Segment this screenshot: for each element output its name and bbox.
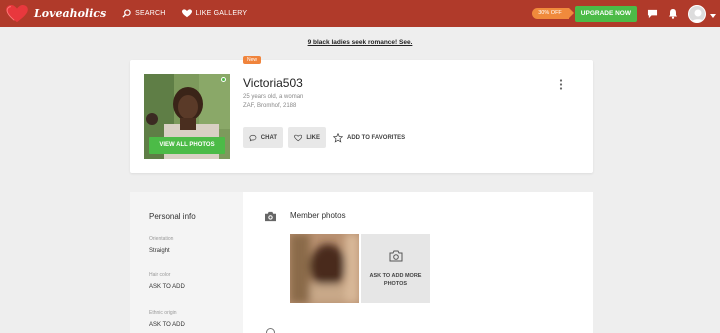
profile-age: 25 years old, a woman — [243, 94, 304, 100]
ethnic-origin-label: Ethnic origin — [149, 310, 177, 316]
nav-like-gallery-label: LIKE GALLERY — [195, 10, 248, 17]
hair-color-label: Hair color — [149, 272, 171, 278]
profile-card: VIEW ALL PHOTOS New Victoria503 25 years… — [130, 56, 593, 173]
ask-more-photos-button[interactable]: ASK TO ADD MORE PHOTOS — [361, 234, 430, 303]
favorites-label: ADD TO FAVORITES — [347, 134, 406, 141]
profile-details-panel: Personal info Orientation Straight Hair … — [130, 192, 593, 333]
search-icon — [122, 9, 131, 18]
discount-badge: 30% OFF — [532, 8, 574, 19]
upgrade-button[interactable]: UPGRADE NOW — [574, 5, 637, 22]
personal-info-sidebar: Personal info Orientation Straight Hair … — [130, 192, 243, 333]
heart-logo-icon — [6, 4, 28, 22]
member-photos-title: Member photos — [290, 211, 346, 220]
logo[interactable]: Loveaholics — [6, 4, 107, 23]
messages-icon[interactable] — [647, 9, 658, 19]
ask-more-photos-label: ASK TO ADD MORE PHOTOS — [369, 273, 422, 287]
view-all-photos-button[interactable]: VIEW ALL PHOTOS — [149, 137, 225, 154]
ethnic-origin-value[interactable]: ASK TO ADD — [149, 322, 185, 328]
like-label: LIKE — [306, 134, 320, 141]
online-status-dot — [221, 77, 226, 82]
nav-search-label: SEARCH — [135, 10, 166, 17]
photo-thumbnail-image — [290, 234, 359, 303]
bell-icon[interactable] — [668, 8, 678, 19]
profile-location: ZAF, Bromhof, 2188 — [243, 103, 297, 109]
nav-like-gallery[interactable]: LIKE GALLERY — [181, 9, 248, 18]
nav-search[interactable]: SEARCH — [122, 9, 165, 18]
orientation-label: Orientation — [149, 236, 174, 242]
star-icon — [333, 132, 343, 143]
orientation-value: Straight — [149, 248, 170, 254]
photo-thumbnail[interactable] — [290, 234, 359, 303]
new-badge: New — [243, 56, 262, 64]
info-icon — [266, 328, 275, 333]
promo-link[interactable]: 9 black ladies seek romance! See. — [0, 39, 720, 46]
more-options-icon[interactable] — [559, 77, 563, 95]
heart-outline-icon — [294, 134, 303, 141]
top-nav-bar: Loveaholics SEARCH LIKE GALLERY 30% OFF … — [0, 0, 720, 27]
camera-outline-icon — [389, 250, 403, 262]
camera-icon — [264, 209, 277, 227]
logo-text: Loveaholics — [34, 7, 107, 20]
hair-color-value[interactable]: ASK TO ADD — [149, 284, 185, 290]
add-to-favorites-button[interactable]: ADD TO FAVORITES — [333, 127, 405, 148]
chat-bubble-icon — [249, 134, 257, 141]
profile-username: Victoria503 — [243, 76, 303, 90]
heart-icon — [181, 9, 192, 18]
user-avatar[interactable] — [688, 4, 706, 23]
chat-label: CHAT — [260, 134, 277, 141]
chevron-down-icon[interactable] — [710, 5, 716, 23]
profile-photo[interactable]: VIEW ALL PHOTOS — [144, 74, 230, 159]
personal-info-title: Personal info — [149, 212, 196, 221]
chat-button[interactable]: CHAT — [243, 127, 283, 148]
like-button[interactable]: LIKE — [288, 127, 326, 148]
